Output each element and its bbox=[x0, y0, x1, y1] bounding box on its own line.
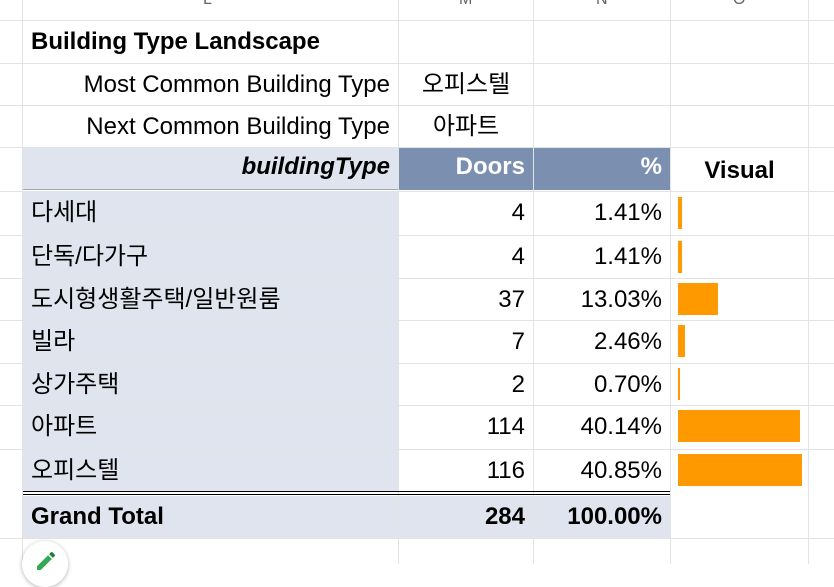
summary-value-most-common[interactable]: 오피스텔 bbox=[399, 64, 533, 105]
summary-value-next-common[interactable]: 아파트 bbox=[399, 106, 533, 147]
summary-label-next-common[interactable]: Next Common Building Type bbox=[23, 106, 398, 147]
row-type[interactable]: 상가주택 bbox=[23, 364, 398, 405]
column-header-row: L M N O bbox=[0, 0, 834, 20]
grand-total-label[interactable]: Grand Total bbox=[23, 496, 398, 538]
visual-bar bbox=[678, 410, 800, 442]
row-percent[interactable]: 40.85% bbox=[534, 450, 670, 492]
total-double-rule-top bbox=[23, 491, 670, 492]
header-visual[interactable]: Visual bbox=[671, 148, 808, 190]
row-type[interactable]: 도시형생활주택/일반원룸 bbox=[23, 279, 398, 320]
row-percent[interactable]: 13.03% bbox=[534, 279, 670, 320]
row-doors[interactable]: 37 bbox=[399, 279, 533, 320]
header-building-type[interactable]: buildingType bbox=[23, 148, 398, 190]
visual-bar bbox=[678, 283, 718, 315]
grand-total-percent[interactable]: 100.00% bbox=[534, 496, 670, 538]
header-doors[interactable]: Doors bbox=[399, 148, 533, 190]
summary-label-most-common[interactable]: Most Common Building Type bbox=[23, 64, 398, 105]
visual-bar bbox=[678, 197, 682, 229]
column-header-n[interactable]: N bbox=[596, 0, 608, 9]
row-doors[interactable]: 2 bbox=[399, 364, 533, 405]
row-percent[interactable]: 1.41% bbox=[534, 236, 670, 278]
row-type[interactable]: 단독/다가구 bbox=[23, 236, 398, 278]
column-header-o[interactable]: O bbox=[733, 0, 745, 9]
row-doors[interactable]: 114 bbox=[399, 406, 533, 449]
row-type[interactable]: 다세대 bbox=[23, 192, 398, 235]
total-double-rule-bottom bbox=[23, 494, 670, 495]
row-type[interactable]: 아파트 bbox=[23, 406, 398, 449]
visual-bar bbox=[678, 241, 682, 273]
row-percent[interactable]: 40.14% bbox=[534, 406, 670, 449]
header-percent[interactable]: % bbox=[534, 148, 670, 190]
section-title[interactable]: Building Type Landscape bbox=[23, 21, 398, 63]
row-doors[interactable]: 4 bbox=[399, 192, 533, 235]
row-type[interactable]: 빌라 bbox=[23, 321, 398, 363]
column-header-m[interactable]: M bbox=[459, 0, 472, 9]
row-percent[interactable]: 1.41% bbox=[534, 192, 670, 235]
row-doors[interactable]: 4 bbox=[399, 236, 533, 278]
row-percent[interactable]: 2.46% bbox=[534, 321, 670, 363]
row-type[interactable]: 오피스텔 bbox=[23, 450, 398, 492]
pencil-icon bbox=[37, 551, 56, 570]
grid-line bbox=[0, 538, 834, 539]
grand-total-doors[interactable]: 284 bbox=[399, 496, 533, 538]
column-header-l[interactable]: L bbox=[203, 0, 212, 9]
visual-bar bbox=[678, 454, 802, 486]
visual-bar bbox=[678, 325, 685, 357]
grid-line bbox=[808, 0, 809, 564]
row-percent[interactable]: 0.70% bbox=[534, 364, 670, 405]
row-doors[interactable]: 116 bbox=[399, 450, 533, 492]
row-doors[interactable]: 7 bbox=[399, 321, 533, 363]
grid-line bbox=[670, 0, 671, 564]
edit-button[interactable] bbox=[22, 541, 68, 587]
visual-bar bbox=[678, 368, 680, 400]
